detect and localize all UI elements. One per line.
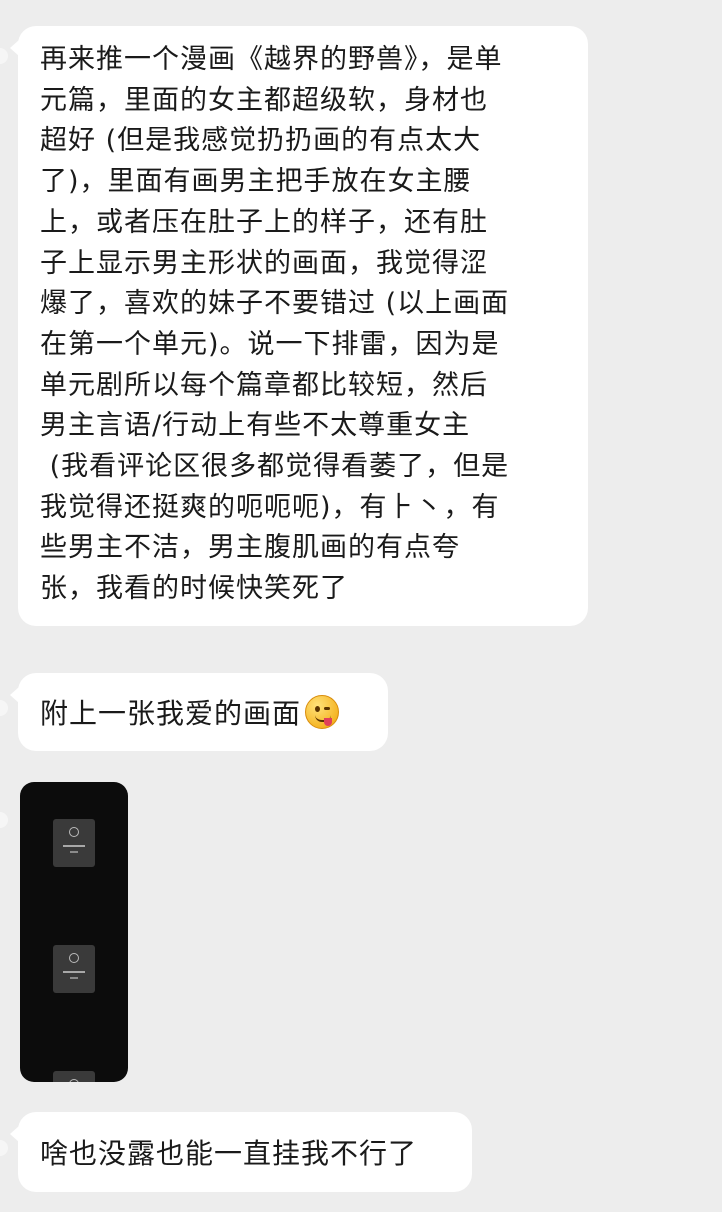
image-message[interactable]	[20, 782, 128, 1082]
image-thumbnail-icon	[53, 945, 95, 993]
message-text: 附上一张我爱的画面	[40, 697, 302, 730]
avatar[interactable]	[0, 700, 8, 716]
avatar[interactable]	[0, 48, 8, 64]
message-bubble[interactable]: 啥也没露也能一直挂我不行了	[10, 1112, 472, 1192]
image-thumbnail-icon	[53, 1071, 95, 1082]
message-bubble[interactable]: 再来推一个漫画《越界的野兽》，是单 元篇，里面的女主都超级软，身材也 超好 (但…	[10, 26, 588, 626]
avatar[interactable]	[0, 1140, 8, 1156]
message-text: 再来推一个漫画《越界的野兽》，是单 元篇，里面的女主都超级软，身材也 超好 (但…	[40, 44, 510, 605]
image-thumbnail-icon	[53, 819, 95, 867]
message-bubble[interactable]: 附上一张我爱的画面	[10, 673, 388, 751]
message-text: 啥也没露也能一直挂我不行了	[40, 1137, 418, 1170]
avatar[interactable]	[0, 812, 8, 828]
tongue-out-emoji-icon	[305, 695, 340, 729]
